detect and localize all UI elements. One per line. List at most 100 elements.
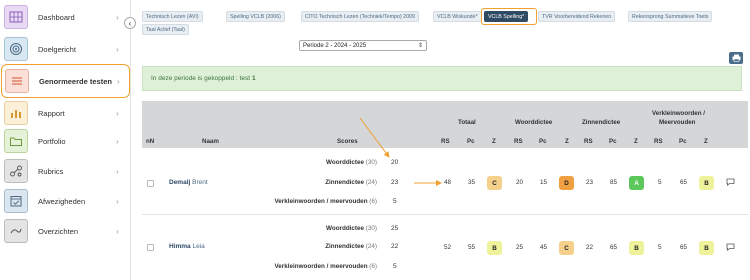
score-label-zinnendictee: Zinnendictee (24) [325,179,377,186]
sidebar-item-portfolio[interactable]: Portfolio › [0,124,131,158]
sidebar-item-label: Doelgericht [38,44,76,54]
target-icon [4,37,28,61]
sidebar-item-overzichten[interactable]: Overzichten › [0,214,131,248]
zin-pc: 65 [610,244,618,251]
woord-pc: 15 [540,179,548,186]
header-z: Z [492,138,496,145]
period-select[interactable]: Periode 2 - 2024 - 2025 ⇕ [299,40,427,51]
verklein-rs: 5 [658,244,662,251]
linked-tests-alert: In deze periode is gekoppeld : test 1 [142,66,742,91]
sidebar-item-dashboard[interactable]: Dashboard › [0,0,131,34]
sidebar-item-label: Dashboard [38,12,75,22]
zin-rs: 23 [586,179,594,186]
print-button[interactable] [729,52,743,64]
sidebar-item-rubrics[interactable]: Rubrics › [0,154,131,188]
link-icon [4,219,28,243]
chevron-right-icon: › [116,136,119,146]
list-icon [5,69,29,93]
chevron-right-icon: › [116,44,119,54]
tab-taal-actief[interactable]: Taal Actief (Taal) [142,24,189,35]
row-checkbox[interactable] [147,244,154,251]
woord-pc: 45 [540,244,548,251]
chevron-right-icon: › [116,226,119,236]
sidebar-item-label: Afwezigheden [38,196,86,206]
sidebar-item-doelgericht[interactable]: Doelgericht › [0,32,131,66]
chevron-right-icon: › [116,12,119,22]
totaal-pc: 35 [468,179,476,186]
comment-icon[interactable] [726,178,735,188]
tab-vclb-wiskunde[interactable]: VCLB Wiskunde* [433,11,482,22]
score-value: 5 [393,263,397,270]
header-z: Z [704,138,708,145]
verklein-pc: 65 [680,179,688,186]
chevron-right-icon: › [117,76,120,86]
verklein-z-badge: B [699,241,714,255]
verklein-rs: 5 [658,179,662,186]
verklein-z-badge: B [699,176,714,190]
header-rs: RS [514,138,523,145]
table-row: Demalj Brent Woorddictee (30) 20 Zinnend… [142,148,748,215]
sidebar: Dashboard › ‹ Doelgericht › Genormeerde … [0,0,136,280]
header-pc: Pc [539,138,547,145]
totaal-rs: 48 [444,179,452,186]
header-pc: Pc [467,138,475,145]
zin-z-badge: B [629,241,644,255]
period-select-value: Periode 2 - 2024 - 2025 [303,42,367,49]
header-totaal: Totaal [458,119,476,126]
sidebar-item-label: Rapport [38,108,65,118]
woord-z-badge: D [559,176,574,190]
header-scores: Scores [337,138,358,145]
folder-icon [4,129,28,153]
totaal-rs: 52 [444,244,452,251]
score-label-verkleinwoorden: Verkleinwoorden / meervouden (6) [274,263,377,270]
chevron-right-icon: › [116,166,119,176]
student-first-name: Brent [192,179,208,186]
header-pc: Pc [609,138,617,145]
sidebar-item-label: Portfolio [38,136,66,146]
table-header: nN Naam Scores Totaal Woorddictee Zinnen… [142,101,748,148]
chevron-right-icon: › [116,108,119,118]
header-zinnendictee: Zinnendictee [582,119,621,126]
tab-technisch-lezen[interactable]: Technisch Lezen (AVI) [142,11,203,22]
student-name[interactable]: Demalj Brent [169,179,208,186]
header-woorddictee: Woorddictee [515,119,553,126]
score-label-woorddictee: Woorddictee (30) [326,225,377,232]
totaal-z-badge: B [487,241,502,255]
chevron-right-icon: › [116,196,119,206]
tab-cito-technisch-lezen[interactable]: CITO Technisch Lezen (Techniek/Tempo) 20… [301,11,419,22]
student-last-name: Himma [169,243,191,250]
sidebar-item-afwezigheden[interactable]: Afwezigheden › [0,184,131,218]
calendar-check-icon [4,189,28,213]
header-pc: Pc [679,138,687,145]
printer-icon [732,54,740,62]
tab-spelling-vclb-2006[interactable]: Spelling VCLB (2006) [226,11,285,22]
score-value: 5 [393,198,397,205]
comment-icon[interactable] [726,243,735,253]
zin-rs: 22 [586,244,594,251]
chart-icon [4,101,28,125]
sidebar-item-genormeerde-testen[interactable]: Genormeerde testen › [1,64,130,98]
score-label-verkleinwoorden: Verkleinwoorden / meervouden (6) [274,198,377,205]
student-name[interactable]: Himma Leia [169,243,205,250]
row-checkbox[interactable] [147,180,154,187]
student-last-name: Demalj [169,179,191,186]
sidebar-item-label: Rubrics [38,166,64,176]
header-z: Z [565,138,569,145]
zin-z-badge: A [629,176,644,190]
score-label-woorddictee: Woorddictee (30) [326,159,377,166]
woord-rs: 20 [516,179,524,186]
header-z: Z [634,138,638,145]
header-rs: RS [441,138,450,145]
tab-rekensprong[interactable]: Rekensprong Summatieve Toets [628,11,713,22]
chevron-updown-icon: ⇕ [417,43,423,49]
chevron-left-icon[interactable]: ‹ [124,17,136,29]
header-verkleinwoorden: Verkleinwoorden / [652,110,705,117]
score-value: 25 [391,225,399,232]
score-value: 20 [391,159,399,166]
header-meervouden: Meervouden [659,119,696,126]
woord-z-badge: C [559,241,574,255]
student-first-name: Leia [192,243,205,250]
header-nn: nN [146,138,155,145]
tab-tvr-voorbereidend-rekenen[interactable]: TVR Voorbereidend Rekenen [538,11,616,22]
tab-highlight [481,8,537,25]
